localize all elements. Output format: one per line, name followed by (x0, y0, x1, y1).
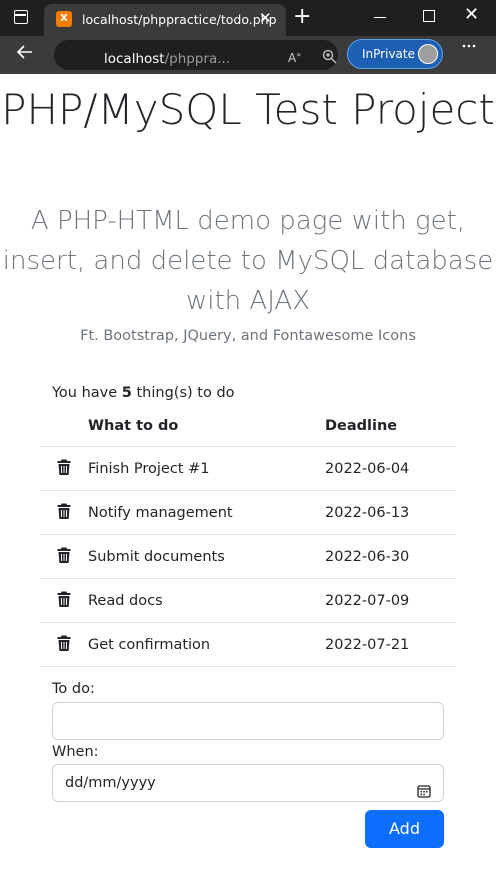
window-close-icon[interactable]: ✕ (464, 4, 479, 25)
date-input[interactable]: dd/mm/yyyy (52, 764, 444, 802)
url-input[interactable]: localhost/phppra... A» (54, 40, 378, 70)
inprivate-label: InPrivate (362, 47, 415, 61)
deadline-cell: 2022-06-04 (325, 446, 456, 491)
delete-cell (40, 446, 88, 491)
trash-icon[interactable] (57, 503, 71, 523)
table-row: Finish Project #1 2022-06-04 (40, 446, 456, 491)
deadline-cell: 2022-07-21 (325, 622, 456, 667)
header-icon-cell (40, 406, 88, 447)
page-lead: A PHP-HTML demo page with get, insert, a… (2, 206, 494, 316)
header-task: What to do (88, 406, 325, 447)
table-row: Read docs 2022-07-09 (40, 578, 456, 623)
close-icon[interactable]: ✕ (259, 9, 272, 27)
url-text: localhost/phppra... (104, 51, 231, 67)
deadline-cell: 2022-07-09 (325, 578, 456, 623)
task-cell: Read docs (88, 578, 325, 623)
date-placeholder: dd/mm/yyyy (65, 775, 156, 791)
tab-panel-icon[interactable] (14, 10, 28, 24)
browser-tab[interactable]: X localhost/phppractice/todo.php ✕ (44, 4, 286, 36)
table-row: Notify management 2022-06-13 (40, 490, 456, 535)
minimize-icon[interactable] (374, 17, 386, 19)
task-cell: Finish Project #1 (88, 446, 325, 491)
new-tab-icon[interactable]: + (293, 5, 311, 29)
zoom-icon[interactable] (322, 49, 337, 68)
deadline-cell: 2022-06-30 (325, 534, 456, 579)
delete-cell (40, 534, 88, 579)
trash-icon[interactable] (57, 459, 71, 479)
page-subtitle: Ft. Bootstrap, JQuery, and Fontawesome I… (80, 328, 416, 344)
task-cell: Submit documents (88, 534, 325, 579)
table-row: Submit documents 2022-06-30 (40, 534, 456, 579)
task-cell: Get confirmation (88, 622, 325, 667)
deadline-cell: 2022-06-13 (325, 490, 456, 535)
todo-count-text: You have 5 thing(s) to do (52, 385, 235, 401)
more-icon[interactable] (461, 38, 477, 59)
todo-label: To do: (52, 681, 95, 697)
delete-cell (40, 578, 88, 623)
delete-cell (40, 490, 88, 535)
browser-tab-bar: X localhost/phppractice/todo.php ✕ + ✕ (0, 0, 496, 36)
maximize-icon[interactable] (423, 10, 435, 22)
trash-icon[interactable] (57, 547, 71, 567)
header-deadline: Deadline (325, 406, 456, 447)
trash-icon[interactable] (57, 635, 71, 655)
table-header-row: What to do Deadline (40, 406, 456, 447)
table-row: Get confirmation 2022-07-21 (40, 622, 456, 667)
when-label: When: (52, 744, 99, 760)
xampp-favicon: X (56, 11, 72, 27)
add-button[interactable]: Add (365, 810, 444, 848)
todo-input[interactable] (52, 702, 444, 740)
inprivate-badge[interactable]: InPrivate (347, 39, 443, 69)
delete-cell (40, 622, 88, 667)
todo-count: 5 (121, 385, 132, 401)
back-icon[interactable] (16, 42, 34, 66)
avatar (418, 44, 438, 64)
read-aloud-icon[interactable]: A» (288, 50, 301, 65)
tab-title: localhost/phppractice/todo.php (82, 12, 277, 27)
todo-table: What to do Deadline Finish Project #1 202… (40, 406, 456, 667)
trash-icon[interactable] (57, 591, 71, 611)
page-title: PHP/MySQL Test Project (1, 85, 495, 134)
calendar-icon[interactable] (417, 776, 431, 812)
task-cell: Notify management (88, 490, 325, 535)
